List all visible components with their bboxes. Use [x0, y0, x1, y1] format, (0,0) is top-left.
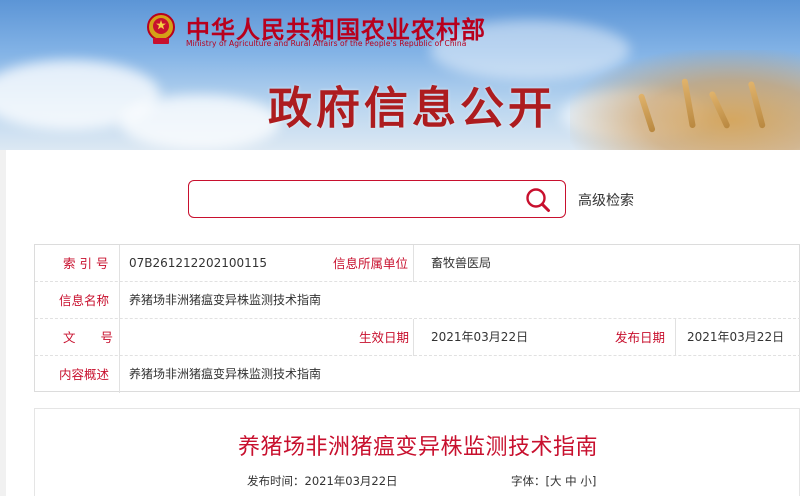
font-size-switcher: 字体：[大 中 小] [511, 473, 596, 489]
info-row-name: 信息名称 养猪场非洲猪瘟变异株监测技术指南 [35, 282, 800, 319]
doc-number-label: 文 号 [63, 330, 114, 345]
publish-time-value: 2021年03月22日 [304, 474, 398, 488]
font-size-label: 字体： [511, 474, 546, 488]
effective-date-value: 2021年03月22日 [431, 330, 529, 344]
font-large-button[interactable]: 大 [550, 474, 562, 488]
summary-label: 内容概述 [59, 367, 110, 382]
article-publish-time: 发布时间：2021年03月22日 [247, 473, 398, 489]
article-card: 养猪场非洲猪瘟变异株监测技术指南 发布时间：2021年03月22日 字体：[大 … [34, 408, 800, 496]
divider [413, 245, 414, 282]
name-label: 信息名称 [59, 293, 110, 308]
name-value: 养猪场非洲猪瘟变异株监测技术指南 [129, 293, 322, 307]
cloud-decoration [120, 95, 280, 150]
site-subtitle: Ministry of Agriculture and Rural Affair… [186, 39, 467, 48]
info-row-summary: 内容概述 养猪场非洲猪瘟变异株监测技术指南 [35, 356, 800, 393]
divider [119, 245, 120, 282]
search-icon[interactable] [525, 187, 551, 213]
national-emblem-icon [147, 13, 175, 44]
summary-value: 养猪场非洲猪瘟变异株监测技术指南 [129, 367, 322, 381]
divider [119, 319, 120, 356]
org-value: 畜牧兽医局 [431, 256, 492, 270]
divider [413, 319, 414, 356]
info-row-index: 索 引 号 07B261212202100115 信息所属单位 畜牧兽医局 [35, 245, 800, 282]
font-small-button[interactable]: 小 [580, 474, 592, 488]
index-label: 索 引 号 [63, 256, 109, 271]
publish-date-label: 发布日期 [615, 330, 666, 345]
search-input[interactable] [197, 187, 517, 211]
header-banner: 中华人民共和国农业农村部 Ministry of Agriculture and… [0, 0, 800, 150]
index-value: 07B261212202100115 [129, 256, 268, 270]
font-medium-button[interactable]: 中 [565, 474, 577, 488]
org-label: 信息所属单位 [333, 256, 409, 271]
search-box [188, 180, 566, 218]
info-table: 索 引 号 07B261212202100115 信息所属单位 畜牧兽医局 信息… [34, 244, 800, 393]
section-title: 政府信息公开 [268, 83, 556, 134]
divider [119, 282, 120, 319]
divider [119, 356, 120, 393]
info-row-doc: 文 号 生效日期 2021年03月22日 发布日期 2021年03月22日 [35, 319, 800, 356]
bracket-close: ] [591, 474, 597, 488]
publish-date-value: 2021年03月22日 [687, 330, 785, 344]
article-title: 养猪场非洲猪瘟变异株监测技术指南 [237, 435, 598, 460]
publish-time-label: 发布时间： [247, 474, 305, 488]
effective-date-label: 生效日期 [359, 330, 410, 345]
divider [675, 319, 676, 356]
advanced-search-link[interactable]: 高级检索 [578, 190, 634, 210]
